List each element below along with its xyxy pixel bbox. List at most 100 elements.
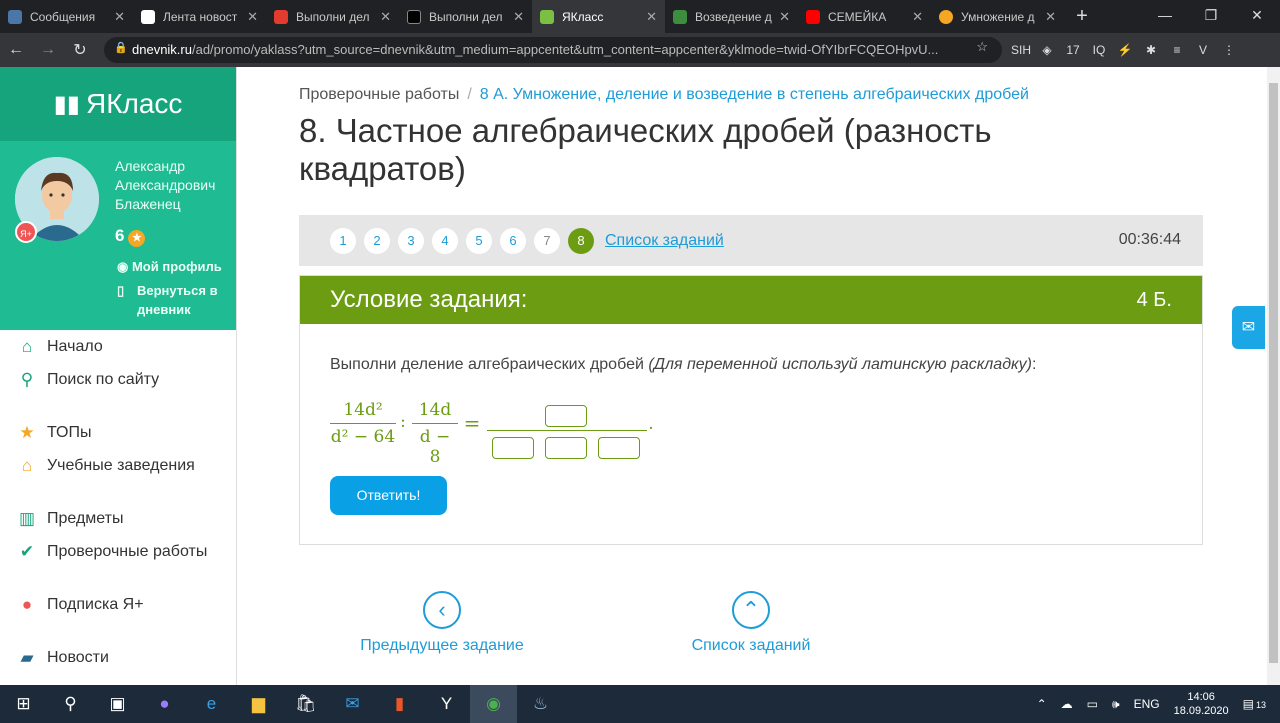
reload-icon[interactable]: ↻ bbox=[64, 40, 96, 60]
fraction-1-denominator: d² − 64 bbox=[330, 427, 396, 447]
page-scrollbar[interactable] bbox=[1267, 67, 1280, 685]
period: . bbox=[648, 414, 654, 434]
browser-tab-active[interactable]: ЯКласс ✕ bbox=[532, 0, 665, 33]
close-tab-icon[interactable]: ✕ bbox=[1045, 9, 1056, 25]
network-icon[interactable]: ☁ bbox=[1061, 697, 1073, 711]
browser-tab[interactable]: Выполни дел ✕ bbox=[399, 0, 532, 33]
tab-favicon-icon bbox=[806, 9, 820, 24]
restore-icon[interactable]: ❐ bbox=[1188, 0, 1234, 31]
office-icon[interactable]: ▮ bbox=[376, 685, 423, 723]
breadcrumb-root[interactable]: Проверочные работы bbox=[299, 86, 459, 103]
reading-list-icon[interactable]: ≡ bbox=[1164, 43, 1190, 57]
tab-favicon-icon bbox=[407, 9, 421, 24]
mail-icon[interactable]: ✉ bbox=[329, 685, 376, 723]
fraction-2: 14d d − 8 bbox=[412, 400, 458, 467]
page-button[interactable]: 1 bbox=[330, 227, 356, 254]
user-name[interactable]: Александр Александрович Блаженец bbox=[115, 157, 230, 214]
browser-tab[interactable]: СЕМЕЙКА ✕ bbox=[798, 0, 931, 33]
search-icon[interactable]: ⚲ bbox=[47, 685, 94, 723]
user-profile-panel: Я+ Александр Александрович Блаженец 6 ★ ◉… bbox=[0, 141, 236, 330]
previous-task-label: Предыдущее задание bbox=[360, 637, 524, 654]
page-button[interactable]: 4 bbox=[432, 227, 458, 254]
browser-tab[interactable]: Сообщения ✕ bbox=[0, 0, 133, 33]
breadcrumb-current[interactable]: 8 А. Умножение, деление и возведение в с… bbox=[480, 86, 1029, 103]
answer-denominator-input-3[interactable] bbox=[598, 437, 640, 459]
breadcrumb-separator: / bbox=[467, 86, 472, 103]
sidebar-item-subscription[interactable]: ● Подписка Я+ bbox=[0, 588, 237, 621]
extension-icon[interactable]: ◈ bbox=[1034, 43, 1060, 57]
page-button-current[interactable]: 8 bbox=[568, 227, 594, 254]
extension-icon[interactable]: ⚡ bbox=[1112, 43, 1138, 57]
browser-tab[interactable]: Лента новост ✕ bbox=[133, 0, 266, 33]
notifications-icon[interactable]: ▤ 13 bbox=[1243, 697, 1273, 711]
new-tab-button[interactable]: + bbox=[1064, 0, 1100, 33]
sidebar-item-tops[interactable]: ★ ТОПы bbox=[0, 416, 237, 449]
task-list-link[interactable]: Список заданий bbox=[605, 232, 724, 250]
submit-answer-button[interactable]: Ответить! bbox=[330, 476, 447, 515]
close-tab-icon[interactable]: ✕ bbox=[114, 9, 125, 25]
answer-denominator-input-1[interactable] bbox=[492, 437, 534, 459]
steam-icon[interactable]: ♨ bbox=[517, 685, 564, 723]
page-button[interactable]: 3 bbox=[398, 227, 424, 254]
close-tab-icon[interactable]: ✕ bbox=[247, 9, 258, 25]
my-profile-link[interactable]: ◉ Мой профиль bbox=[117, 259, 222, 275]
scrollbar-thumb[interactable] bbox=[1269, 83, 1278, 663]
sidebar-item-search[interactable]: ⚲ Поиск по сайту bbox=[0, 363, 237, 396]
page-button[interactable]: 5 bbox=[466, 227, 492, 254]
close-tab-icon[interactable]: ✕ bbox=[513, 9, 524, 25]
sidebar-item-label: Учебные заведения bbox=[47, 456, 195, 474]
more-menu-icon[interactable]: ⋮ bbox=[1216, 43, 1242, 57]
extension-icon[interactable]: 17 bbox=[1060, 43, 1086, 57]
sidebar-item-institutions[interactable]: ⌂ Учебные заведения bbox=[0, 449, 237, 482]
answer-numerator-input[interactable] bbox=[545, 405, 587, 427]
close-tab-icon[interactable]: ✕ bbox=[646, 9, 657, 25]
sidebar-item-tests[interactable]: ✔ Проверочные работы bbox=[0, 535, 237, 568]
bookmark-star-icon[interactable]: ☆ bbox=[976, 39, 988, 55]
sidebar-item-subjects[interactable]: ▥ Предметы bbox=[0, 502, 237, 535]
close-tab-icon[interactable]: ✕ bbox=[912, 9, 923, 25]
page-button[interactable]: 2 bbox=[364, 227, 390, 254]
windows-start-icon[interactable]: ⊞ bbox=[0, 685, 47, 723]
cortana-icon[interactable]: ● bbox=[141, 685, 188, 723]
task-view-icon[interactable]: ▣ bbox=[94, 685, 141, 723]
sidebar-item-home[interactable]: ⌂ Начало bbox=[0, 330, 237, 363]
chrome-icon[interactable]: ◉ bbox=[470, 685, 517, 723]
browser-tab[interactable]: Выполни дел ✕ bbox=[266, 0, 399, 33]
browser-tab[interactable]: Возведение д ✕ bbox=[665, 0, 798, 33]
close-tab-icon[interactable]: ✕ bbox=[380, 9, 391, 25]
language-indicator[interactable]: ENG bbox=[1134, 697, 1160, 711]
iq-extension-icon[interactable]: IQ bbox=[1086, 43, 1112, 57]
battery-icon[interactable]: ▭ bbox=[1087, 697, 1098, 711]
task-list-bottom-button[interactable]: ⌃ Список заданий bbox=[677, 591, 825, 655]
minimize-icon[interactable]: — bbox=[1142, 0, 1188, 31]
browser-tab[interactable]: Умножение д ✕ bbox=[931, 0, 1064, 33]
edge-icon[interactable]: e bbox=[188, 685, 235, 723]
yandex-browser-icon[interactable]: Y bbox=[423, 685, 470, 723]
back-icon[interactable]: ← bbox=[0, 41, 32, 59]
url-field[interactable]: 🔒 dnevnik.ru/ad/promo/yaklass?utm_source… bbox=[104, 37, 1002, 63]
fraction-2-numerator: 14d bbox=[418, 400, 452, 420]
close-window-icon[interactable]: ✕ bbox=[1234, 0, 1280, 31]
profile-icon[interactable]: V bbox=[1190, 43, 1216, 57]
page-button[interactable]: 7 bbox=[534, 227, 560, 254]
clock[interactable]: 14:06 18.09.2020 bbox=[1174, 690, 1229, 718]
feedback-mail-button[interactable]: ✉ bbox=[1232, 306, 1265, 349]
yaklass-logo[interactable]: ▮▮ ЯКласс bbox=[0, 67, 236, 141]
sih-extension-icon[interactable]: SIH bbox=[1008, 43, 1034, 57]
answer-denominator-input-2[interactable] bbox=[545, 437, 587, 459]
sidebar-item-news[interactable]: ▰ Новости bbox=[0, 641, 237, 674]
page-button[interactable]: 6 bbox=[500, 227, 526, 254]
volume-icon[interactable]: 🕪 bbox=[1112, 697, 1120, 712]
file-explorer-icon[interactable]: ▆ bbox=[235, 685, 282, 723]
forward-icon[interactable]: → bbox=[32, 41, 64, 59]
puzzle-icon[interactable]: ✱ bbox=[1138, 43, 1164, 57]
book-logo-icon: ▮▮ bbox=[53, 90, 80, 118]
store-icon[interactable]: 🛍 bbox=[282, 685, 329, 723]
condition-header: Условие задания: bbox=[330, 286, 528, 313]
tab-title: СЕМЕЙКА bbox=[828, 9, 887, 24]
back-to-diary-link[interactable]: ▯ Вернуться в дневник bbox=[117, 281, 227, 319]
close-tab-icon[interactable]: ✕ bbox=[779, 9, 790, 25]
previous-task-button[interactable]: ‹ Предыдущее задание bbox=[357, 591, 527, 655]
chevron-up-icon[interactable]: ⌃ bbox=[1037, 697, 1047, 711]
diary-icon: ▯ bbox=[117, 283, 125, 298]
